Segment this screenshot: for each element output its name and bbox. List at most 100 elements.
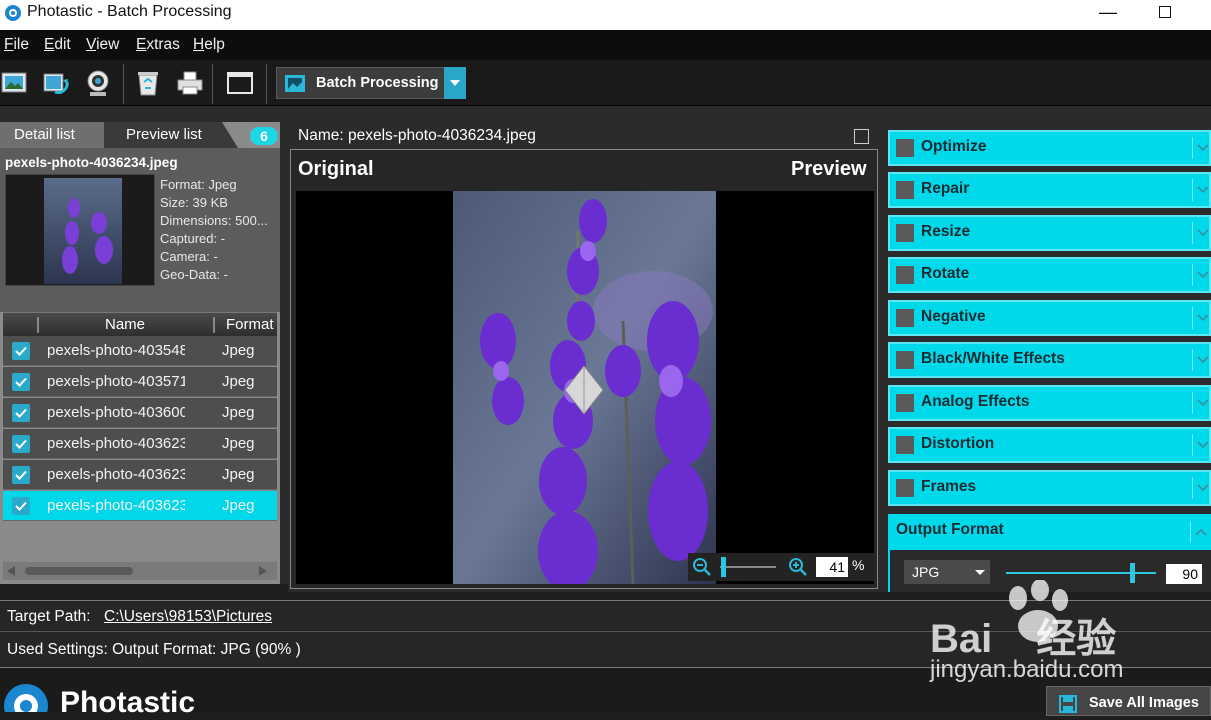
photastic-logo-icon — [4, 684, 48, 712]
row-filename: pexels-photo-4035716 — [47, 373, 185, 390]
section-checkbox[interactable] — [896, 181, 914, 199]
chevron-down-icon[interactable] — [1192, 392, 1211, 414]
column-header-format[interactable]: Format — [226, 316, 274, 333]
popout-icon[interactable] — [854, 129, 869, 144]
detail-filename: pexels-photo-4036234.jpeg — [5, 155, 178, 170]
chevron-up-icon[interactable] — [1190, 521, 1210, 543]
row-filename: pexels-photo-4036008 — [47, 404, 185, 421]
section-frames[interactable]: Frames — [888, 470, 1211, 506]
section-checkbox[interactable] — [896, 394, 914, 412]
section-checkbox[interactable] — [896, 351, 914, 369]
menu-edit[interactable]: Edit — [44, 36, 71, 54]
detail-box: pexels-photo-4036234.jpeg Format: Jpeg S… — [0, 148, 280, 312]
horizontal-scrollbar[interactable] — [3, 562, 277, 580]
list-item[interactable]: pexels-photo-4035485 Jpeg — [3, 336, 277, 366]
zoom-percent-input[interactable]: 41 — [816, 557, 848, 577]
list-item[interactable]: pexels-photo-4035716 Jpeg — [3, 367, 277, 397]
scroll-left-icon[interactable] — [7, 566, 15, 576]
window-icon[interactable] — [222, 66, 258, 100]
format-select-value: JPG — [912, 564, 940, 580]
section-rotate[interactable]: Rotate — [888, 257, 1211, 293]
section-distortion[interactable]: Distortion — [888, 427, 1211, 463]
rotate-image-icon[interactable] — [37, 66, 73, 100]
zoom-slider-track[interactable] — [720, 566, 776, 568]
zoom-out-icon[interactable] — [692, 557, 712, 577]
section-analog-effects[interactable]: Analog Effects — [888, 385, 1211, 421]
section-checkbox[interactable] — [896, 309, 914, 327]
maximize-button[interactable] — [1153, 4, 1177, 26]
tab-detail-list[interactable]: Detail list — [0, 122, 104, 148]
batch-dropdown-button[interactable] — [444, 67, 466, 99]
minimize-button[interactable]: — — [1096, 2, 1120, 24]
current-image-name: Name: pexels-photo-4036234.jpeg — [298, 127, 536, 144]
recycle-bin-icon[interactable] — [130, 66, 166, 100]
open-image-icon[interactable] — [0, 66, 32, 100]
image-canvas[interactable]: 41 % — [296, 191, 874, 584]
output-format-label: Output Format — [896, 521, 1004, 538]
chevron-down-icon[interactable] — [1192, 222, 1211, 244]
row-checkbox[interactable] — [12, 404, 30, 422]
row-filename: pexels-photo-4036233 — [47, 466, 185, 483]
section-checkbox[interactable] — [896, 139, 914, 157]
section-bw-effects[interactable]: Black/White Effects — [888, 342, 1211, 378]
window-title: Photastic - Batch Processing — [27, 3, 232, 20]
list-item-selected[interactable]: pexels-photo-4036234 Jpeg — [3, 491, 277, 521]
chevron-down-icon[interactable] — [1192, 349, 1211, 371]
section-repair[interactable]: Repair — [888, 172, 1211, 208]
zoom-slider-knob[interactable] — [721, 557, 726, 577]
chevron-down-icon[interactable] — [1192, 477, 1211, 499]
meta-camera: Camera: - — [160, 249, 218, 264]
scrollbar-thumb[interactable] — [25, 567, 133, 575]
quality-slider-knob[interactable] — [1130, 563, 1135, 583]
section-optimize[interactable]: Optimize — [888, 130, 1211, 166]
menu-help[interactable]: Help — [193, 36, 225, 54]
chevron-down-icon[interactable] — [1192, 307, 1211, 329]
chevron-down-icon[interactable] — [1192, 137, 1211, 159]
row-checkbox[interactable] — [12, 435, 30, 453]
image-count-badge: 6 — [250, 127, 278, 145]
row-checkbox[interactable] — [12, 342, 30, 360]
meta-dimensions: Dimensions: 500... — [160, 213, 268, 228]
toolbar-separator — [123, 64, 124, 104]
check-icon — [15, 408, 27, 418]
tab-preview-list[interactable]: Preview list — [104, 122, 238, 148]
toolbar-separator — [266, 64, 267, 104]
save-all-images-label: Save All Images — [1089, 695, 1199, 711]
row-checkbox[interactable] — [12, 497, 30, 515]
section-checkbox[interactable] — [896, 436, 914, 454]
scroll-right-icon[interactable] — [259, 566, 267, 576]
printer-icon[interactable] — [172, 66, 208, 100]
section-checkbox[interactable] — [896, 266, 914, 284]
list-item[interactable]: pexels-photo-4036008 Jpeg — [3, 398, 277, 428]
chevron-down-icon[interactable] — [1192, 179, 1211, 201]
quality-input[interactable]: 90 — [1166, 564, 1202, 584]
column-header-name[interactable]: Name — [105, 316, 145, 333]
webcam-icon[interactable] — [80, 66, 116, 100]
section-resize[interactable]: Resize — [888, 215, 1211, 251]
target-path-link[interactable]: C:\Users\98153\Pictures — [104, 608, 272, 626]
menu-extras[interactable]: Extras — [136, 36, 180, 54]
zoom-controls: 41 % — [688, 553, 874, 581]
check-icon — [15, 377, 27, 387]
menu-view[interactable]: View — [86, 36, 119, 54]
panel-splitter[interactable] — [280, 122, 288, 584]
list-item[interactable]: pexels-photo-4036232 Jpeg — [3, 429, 277, 459]
photastic-app-icon — [5, 5, 21, 21]
batch-images-icon — [285, 75, 305, 92]
batch-processing-button[interactable]: Batch Processing — [276, 67, 466, 99]
section-checkbox[interactable] — [896, 479, 914, 497]
check-icon — [15, 346, 27, 356]
zoom-in-icon[interactable] — [788, 557, 808, 577]
chevron-down-icon[interactable] — [1192, 264, 1211, 286]
menu-file[interactable]: File — [4, 36, 29, 54]
list-item[interactable]: pexels-photo-4036233 Jpeg — [3, 460, 277, 490]
compare-slider-handle[interactable] — [565, 366, 603, 414]
title-bar: Photastic - Batch Processing — — [0, 0, 1211, 30]
section-negative[interactable]: Negative — [888, 300, 1211, 336]
row-checkbox[interactable] — [12, 373, 30, 391]
section-checkbox[interactable] — [896, 224, 914, 242]
row-checkbox[interactable] — [12, 466, 30, 484]
chevron-down-icon[interactable] — [1192, 434, 1211, 456]
format-select[interactable]: JPG — [904, 560, 990, 584]
section-output-format[interactable]: Output Format — [888, 514, 1211, 550]
